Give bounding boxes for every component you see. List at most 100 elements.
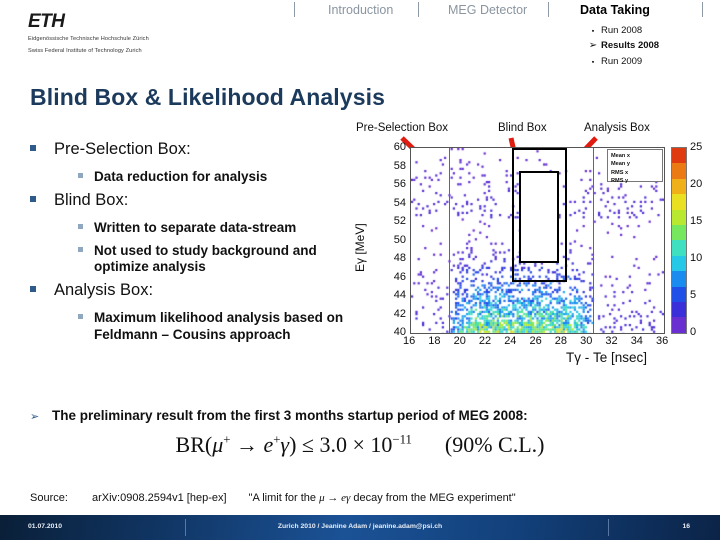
formula-mu-charge: + xyxy=(223,432,231,447)
branching-ratio-formula: BR(μ+ → e+γ) ≤ 3.0 × 10−11 (90% C.L.) xyxy=(0,432,720,458)
formula-gamma: γ xyxy=(280,432,290,457)
nav-divider xyxy=(702,2,703,17)
annotation-preselection-box: Pre-Selection Box xyxy=(356,122,449,134)
bullet-preselection-box: Pre-Selection Box: xyxy=(30,140,375,160)
colorbar-segment xyxy=(672,317,686,333)
colorbar-tick-label: 25 xyxy=(690,141,703,153)
y-tick-label: 42 xyxy=(393,307,406,320)
footer-bar: 01.07.2010 Zurich 2010 / Jeanine Adam / … xyxy=(0,515,720,540)
bullet-analysis-box: Analysis Box: xyxy=(30,281,375,301)
source-label: Source: xyxy=(30,492,68,504)
formula-base: 10 xyxy=(370,432,393,457)
colorbar-segment xyxy=(672,148,686,164)
y-tick-label: 46 xyxy=(393,270,406,283)
formula-times: × xyxy=(352,432,365,457)
bullet-blind-box: Blind Box: xyxy=(30,191,375,211)
y-tick-label: 58 xyxy=(393,159,406,172)
square-bullet-icon xyxy=(78,172,83,178)
source-quote-math: μ → eγ xyxy=(319,492,351,504)
y-tick-label: 54 xyxy=(393,196,406,209)
colorbar-segment xyxy=(672,240,686,256)
colorbar-tick-label: 20 xyxy=(690,178,703,190)
nav-divider xyxy=(418,2,419,17)
colorbar-segment xyxy=(672,255,686,272)
stat-rms-y: RMS y xyxy=(611,178,629,185)
formula-arrow: → xyxy=(235,432,258,457)
bullet-label: Written to separate data-stream xyxy=(94,220,297,236)
bullet-label: Data reduction for analysis xyxy=(94,168,268,184)
x-tick-label: 30 xyxy=(580,335,593,347)
colorbar-segment xyxy=(672,302,686,318)
x-tick-label: 22 xyxy=(478,335,492,347)
preselection-line-right xyxy=(593,148,595,333)
formula-br: BR xyxy=(175,432,205,457)
source-line: Source: arXiv:0908.2594v1 [hep-ex] "A limi… xyxy=(30,492,516,504)
colorbar-tick-label: 0 xyxy=(690,326,697,338)
bullet-max-likelihood: Maximum likelihood analysis based on Fel… xyxy=(78,310,375,343)
formula-le: ≤ xyxy=(301,432,314,457)
source-quote-open: "A limit for the xyxy=(248,492,320,504)
formula-confidence-level: (90% C.L.) xyxy=(444,432,545,457)
formula-value: 3.0 xyxy=(319,432,348,457)
nav-divider xyxy=(548,2,549,17)
bullet-label: Blind Box: xyxy=(54,191,129,210)
source-reference: arXiv:0908.2594v1 [hep-ex] xyxy=(92,492,227,504)
annotation-analysis-box: Analysis Box xyxy=(584,122,650,134)
stat-rms-x: RMS x xyxy=(611,169,629,176)
square-bullet-icon xyxy=(78,314,83,320)
annotation-blind-box: Blind Box xyxy=(498,122,547,134)
formula-close: ) xyxy=(289,432,297,457)
colorbar-tick-label: 15 xyxy=(690,215,703,227)
colorbar-tick-label: 10 xyxy=(690,252,703,264)
square-bullet-icon xyxy=(30,145,36,151)
colorbar-segment xyxy=(672,178,686,195)
x-tick-label: 34 xyxy=(630,335,643,347)
formula-e: e xyxy=(263,432,274,457)
eth-logo: ETH Eidgenössische Technische Hochschule… xyxy=(28,12,228,56)
blind-box-region xyxy=(518,171,560,263)
result-text: The preliminary result from the first 3 … xyxy=(52,408,528,423)
x-axis-label: Tγ - Te [nsec] xyxy=(566,350,648,365)
colorbar-segment xyxy=(672,194,686,210)
nav-subitem-label: Run 2008 xyxy=(601,25,643,36)
nav-item-data-taking[interactable]: Data Taking xyxy=(580,3,650,17)
nav-item-meg-detector[interactable]: MEG Detector xyxy=(448,3,527,17)
nav-subitem-run-2009[interactable]: ▪ Run 2009 xyxy=(585,54,720,69)
nav-item-introduction[interactable]: Introduction xyxy=(328,3,393,17)
nav-divider xyxy=(294,2,295,17)
colorbar-segment xyxy=(672,225,686,241)
nav-subitem-label: Run 2009 xyxy=(601,55,643,67)
x-tick-label: 16 xyxy=(403,335,416,347)
x-tick-label: 32 xyxy=(605,335,618,347)
x-tick-label: 20 xyxy=(453,335,466,347)
stat-mean-y: Mean y xyxy=(611,161,630,168)
footer-page-number: 16 xyxy=(682,523,690,530)
x-tick-label: 24 xyxy=(504,335,517,347)
y-axis-label: Eγ [MeV] xyxy=(353,223,367,272)
nav-sublist: ▪ Run 2008 ➢ Results 2008 ▪ Run 2009 xyxy=(585,23,720,69)
eth-subtitle-de: Eidgenössische Technische Hochschule Zür… xyxy=(28,36,149,42)
plot-canvas: Mean x Mean y RMS x RMS y xyxy=(410,147,665,334)
square-bullet-icon xyxy=(78,224,83,230)
arrow-bullet-icon: ➢ xyxy=(30,411,40,423)
nav-subitem-run-2008[interactable]: ▪ Run 2008 xyxy=(585,23,720,38)
y-tick-label: 50 xyxy=(393,233,406,246)
formula-exponent: −11 xyxy=(392,432,412,447)
bullet-separate-stream: Written to separate data-stream xyxy=(78,220,375,236)
bullet-data-reduction: Data reduction for analysis xyxy=(78,169,375,185)
y-tick-label: 44 xyxy=(393,289,406,301)
y-tick-label: 56 xyxy=(393,178,406,190)
colorbar-segment xyxy=(672,163,686,179)
arrow-bullet-icon: ➢ xyxy=(588,40,598,51)
source-quote-close: decay from the MEG experiment" xyxy=(350,492,516,504)
colorbar-tick-label: 5 xyxy=(690,289,697,301)
stats-box: Mean x Mean y RMS x RMS y xyxy=(607,149,663,185)
square-bullet-icon: ▪ xyxy=(591,28,595,35)
x-tick-label: 26 xyxy=(529,335,542,347)
stat-mean-x: Mean x xyxy=(611,153,630,159)
result-line: ➢ The preliminary result from the first … xyxy=(30,408,710,423)
colorbar-segment xyxy=(672,271,686,287)
top-navigation: Introduction MEG Detector Data Taking ▪ … xyxy=(290,0,720,72)
nav-subitem-results-2008[interactable]: ➢ Results 2008 xyxy=(585,38,720,54)
bullet-label: Maximum likelihood analysis based on Fel… xyxy=(94,310,344,342)
